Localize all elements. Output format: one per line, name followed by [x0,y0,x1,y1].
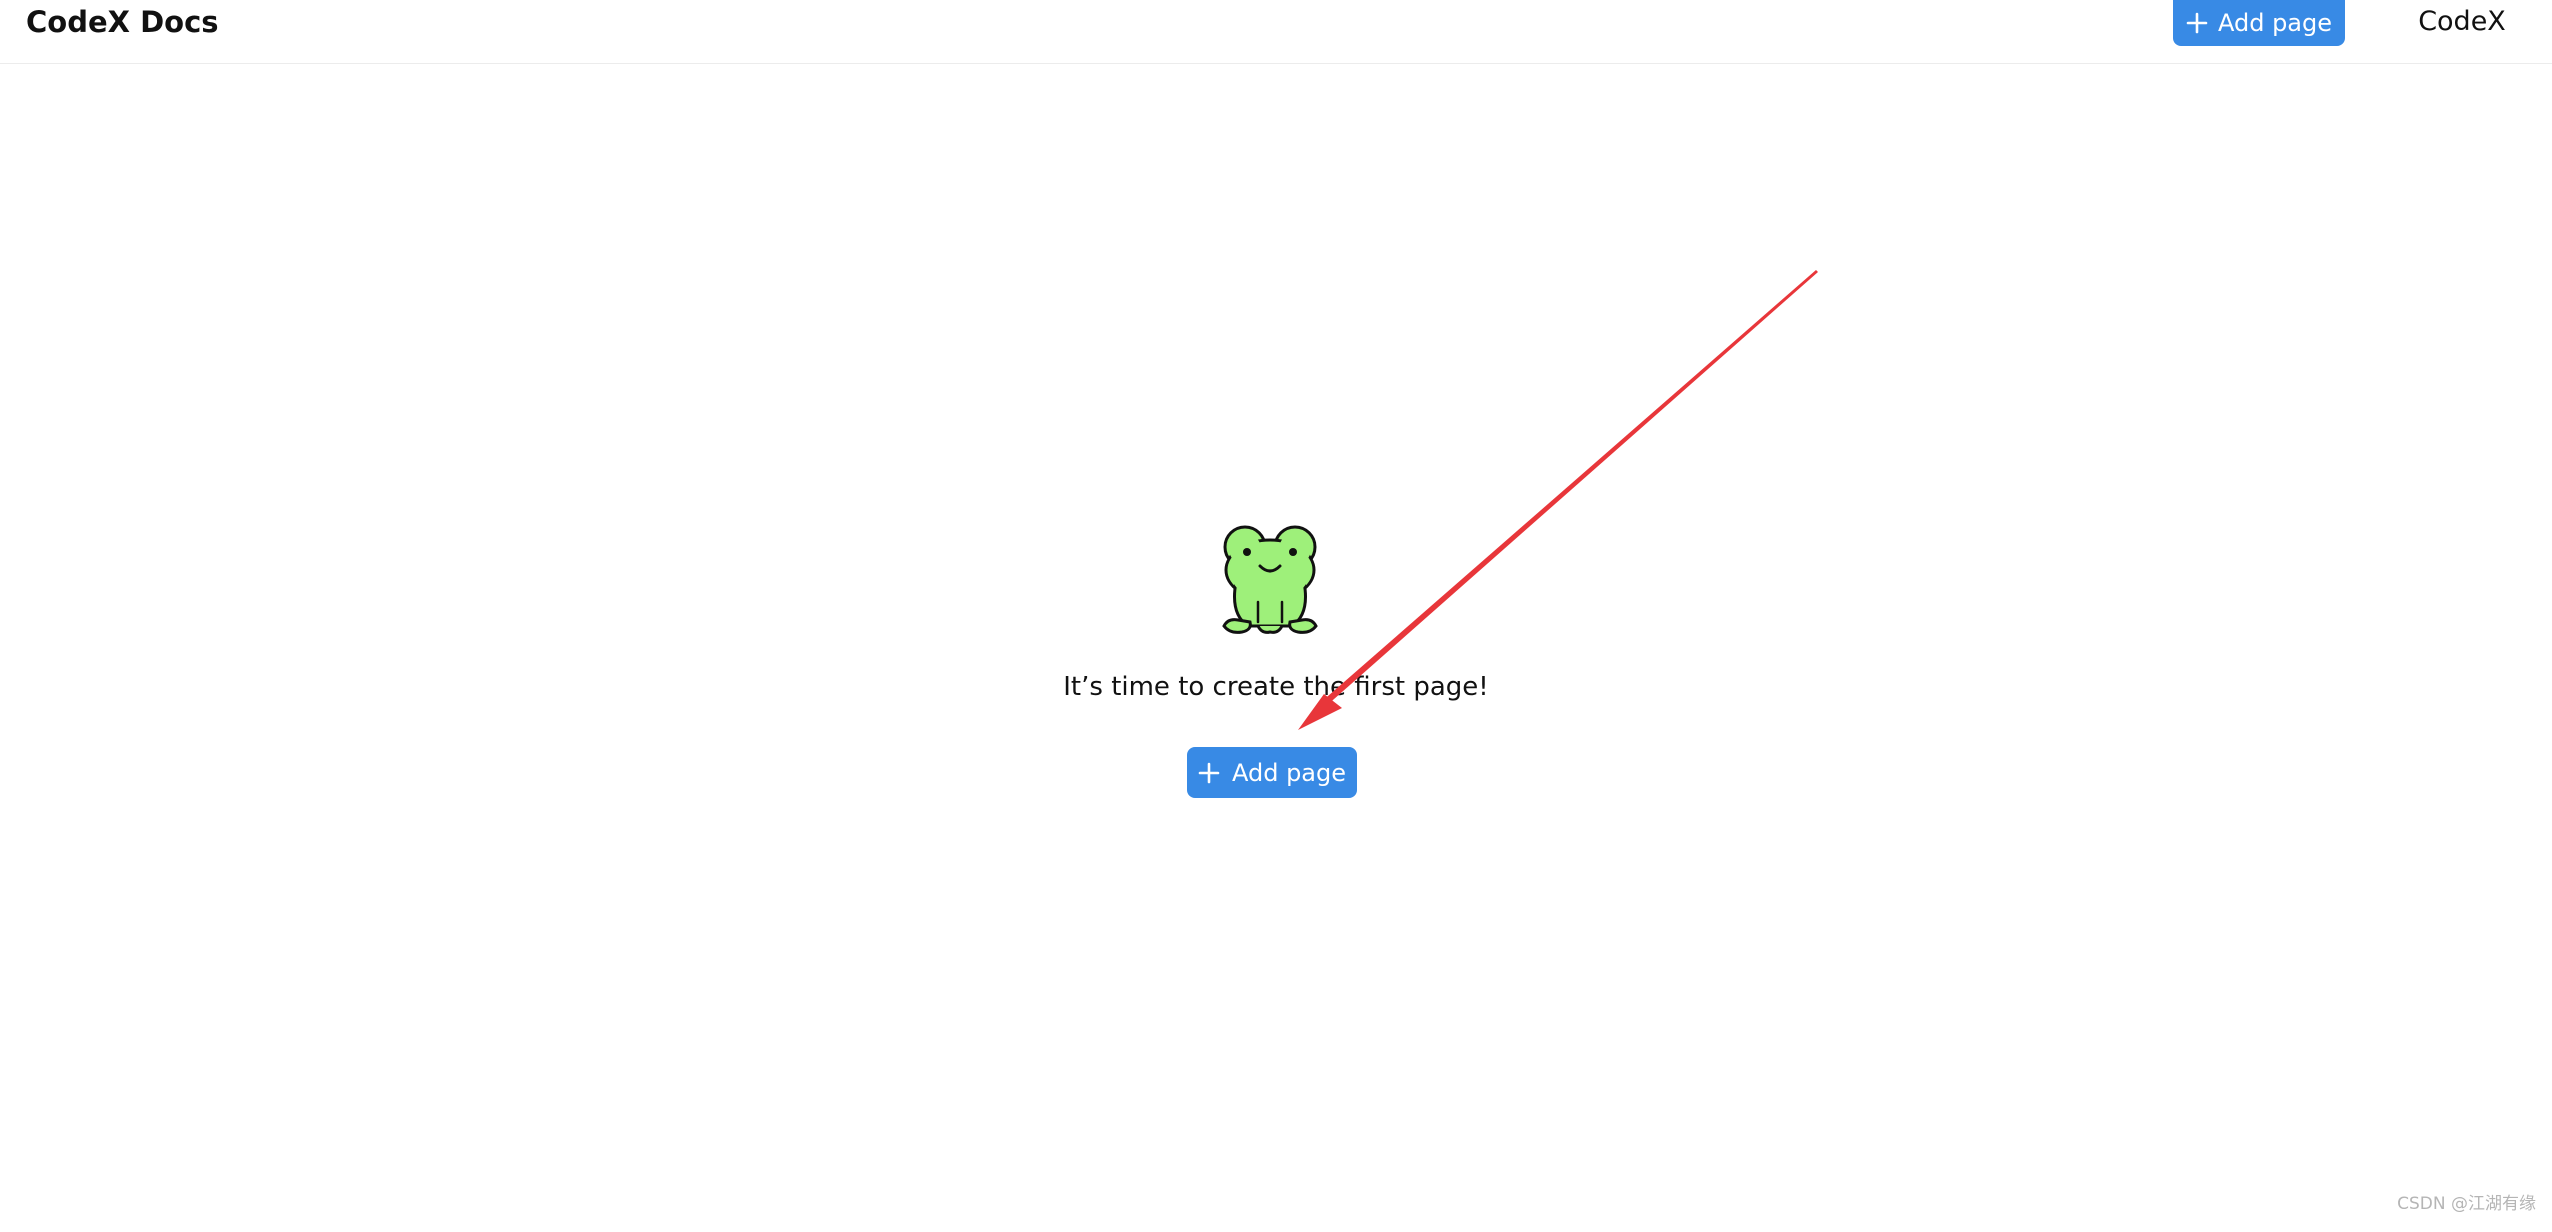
add-page-button[interactable]: Add page [1187,747,1357,798]
header: CodeX Docs Add page CodeX [0,0,2552,64]
empty-state: It’s time to create the first page! Add … [0,500,2552,820]
add-page-label: Add page [1231,758,1347,787]
plus-icon [1198,762,1220,784]
frog-icon [1222,525,1318,634]
header-add-page-button[interactable]: Add page [2173,0,2345,46]
brand-title[interactable]: CodeX Docs [26,0,219,44]
empty-state-message: It’s time to create the first page! [1063,672,1489,702]
user-menu[interactable]: CodeX [2400,0,2524,44]
plus-icon [2186,12,2208,34]
watermark: CSDN @江湖有缘 [2397,1194,2536,1214]
app-page: CodeX Docs Add page CodeX It’s time to c… [0,0,2552,1232]
header-add-page-label: Add page [2217,9,2333,37]
